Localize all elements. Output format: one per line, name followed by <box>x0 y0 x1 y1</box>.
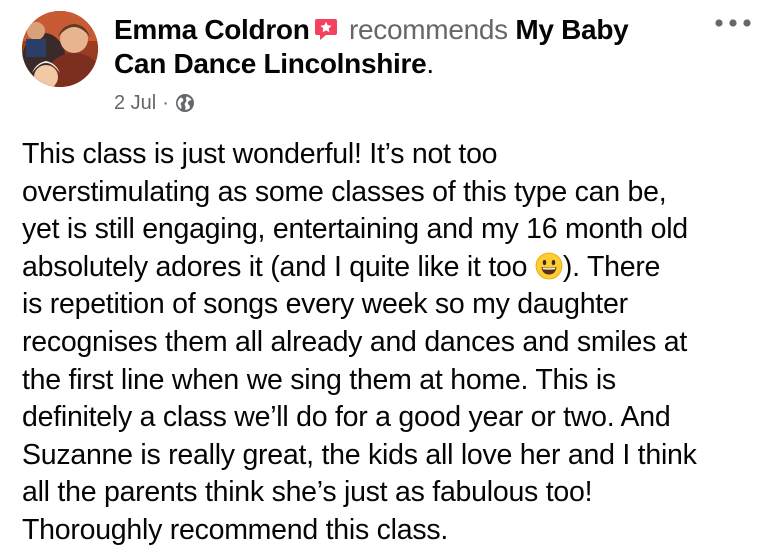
author-avatar[interactable] <box>22 11 98 87</box>
body-line: This class is just wonderful! It’s not t… <box>22 138 498 170</box>
recommend-badge-icon <box>314 15 338 40</box>
header-period: . <box>426 48 434 79</box>
page-name-link-continued[interactable]: Can Dance Lincolnshire <box>114 48 427 79</box>
author-name[interactable]: Emma Coldron <box>114 14 310 45</box>
post-header: Emma Coldron recommends My Baby Can Danc… <box>114 13 704 81</box>
page-name-link[interactable]: My Baby <box>515 14 628 45</box>
body-line-with-emoji: absolutely adores it (and I quite like i… <box>22 249 752 287</box>
globe-icon <box>175 93 195 113</box>
post-body: This class is just wonderful! It’s not t… <box>22 136 752 550</box>
body-line: yet is still engaging, entertaining and … <box>22 213 688 246</box>
more-options-button[interactable] <box>712 11 754 37</box>
action-verb: recommends <box>349 14 508 45</box>
meta-separator: · <box>162 91 169 114</box>
body-line: all the parents think she’s just as fabu… <box>22 476 593 509</box>
recommendation-post: Emma Coldron recommends My Baby Can Danc… <box>0 0 768 558</box>
body-line: is repetition of songs every week so my … <box>22 288 628 321</box>
body-line: recognises them all already and dances a… <box>22 325 688 358</box>
body-line: definitely a class we’ll do for a good y… <box>22 401 671 434</box>
post-meta: 2 Jul · <box>114 88 195 118</box>
body-line: Thoroughly recommend this class. <box>22 513 449 546</box>
body-line-part: ). There <box>562 250 661 283</box>
grinning-face-emoji <box>535 252 563 280</box>
post-date[interactable]: 2 Jul <box>114 92 156 115</box>
body-line-part: absolutely adores it (and I quite like i… <box>22 250 535 283</box>
more-options-icon <box>713 15 753 33</box>
body-line: Suzanne is really great, the kids all lo… <box>22 438 697 471</box>
body-line: the first line when we sing them at home… <box>22 363 616 396</box>
body-line: overstimulating as some classes of this … <box>22 175 667 208</box>
